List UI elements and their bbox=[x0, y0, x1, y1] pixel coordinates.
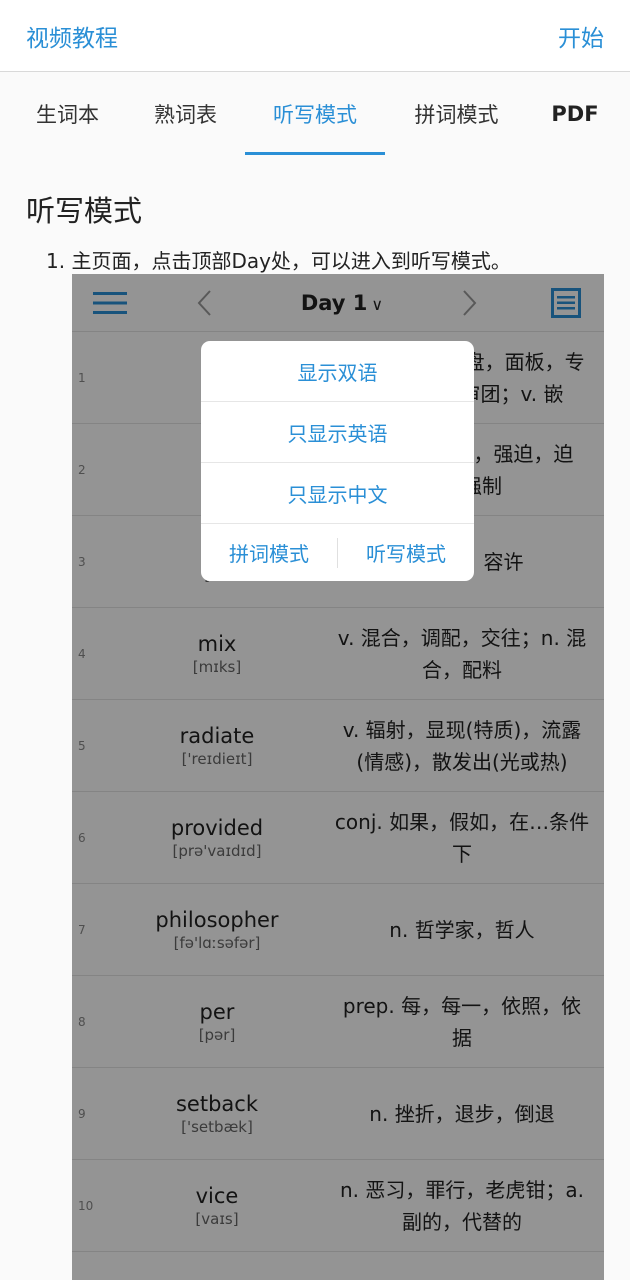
section-title: 听写模式 bbox=[26, 194, 143, 228]
option-english-only[interactable]: 只显示英语 bbox=[201, 402, 474, 463]
video-tutorial-link[interactable]: 视频教程 bbox=[26, 19, 118, 53]
display-mode-popup: 显示双语 只显示英语 只显示中文 拼词模式 听写模式 bbox=[201, 341, 474, 581]
spelling-mode-button[interactable]: 拼词模式 bbox=[201, 524, 337, 581]
top-bar: 视频教程 开始 bbox=[0, 0, 630, 72]
tab-spelling-mode[interactable]: 拼词模式 bbox=[404, 73, 509, 155]
step-1-text: 1. 主页面，点击顶部Day处，可以进入到听写模式。 bbox=[46, 249, 511, 273]
dictation-mode-button[interactable]: 听写模式 bbox=[338, 524, 474, 581]
tab-known-words[interactable]: 熟词表 bbox=[138, 73, 233, 155]
tab-pdf[interactable]: PDF bbox=[540, 73, 610, 155]
popup-mode-buttons: 拼词模式 听写模式 bbox=[201, 524, 474, 581]
tab-dictation-mode[interactable]: 听写模式 bbox=[245, 73, 385, 155]
tutorial-screenshot: Day 1∨ 1 p[' n. 嵌板，仪表盘，面板，专门小组，陪审团；v. 嵌 … bbox=[72, 274, 604, 1280]
option-show-bilingual[interactable]: 显示双语 bbox=[201, 341, 474, 402]
start-link[interactable]: 开始 bbox=[558, 19, 604, 53]
option-chinese-only[interactable]: 只显示中文 bbox=[201, 463, 474, 524]
tab-bar: 生词本 熟词表 听写模式 拼词模式 PDF bbox=[0, 73, 630, 155]
tab-new-words[interactable]: 生词本 bbox=[20, 73, 115, 155]
